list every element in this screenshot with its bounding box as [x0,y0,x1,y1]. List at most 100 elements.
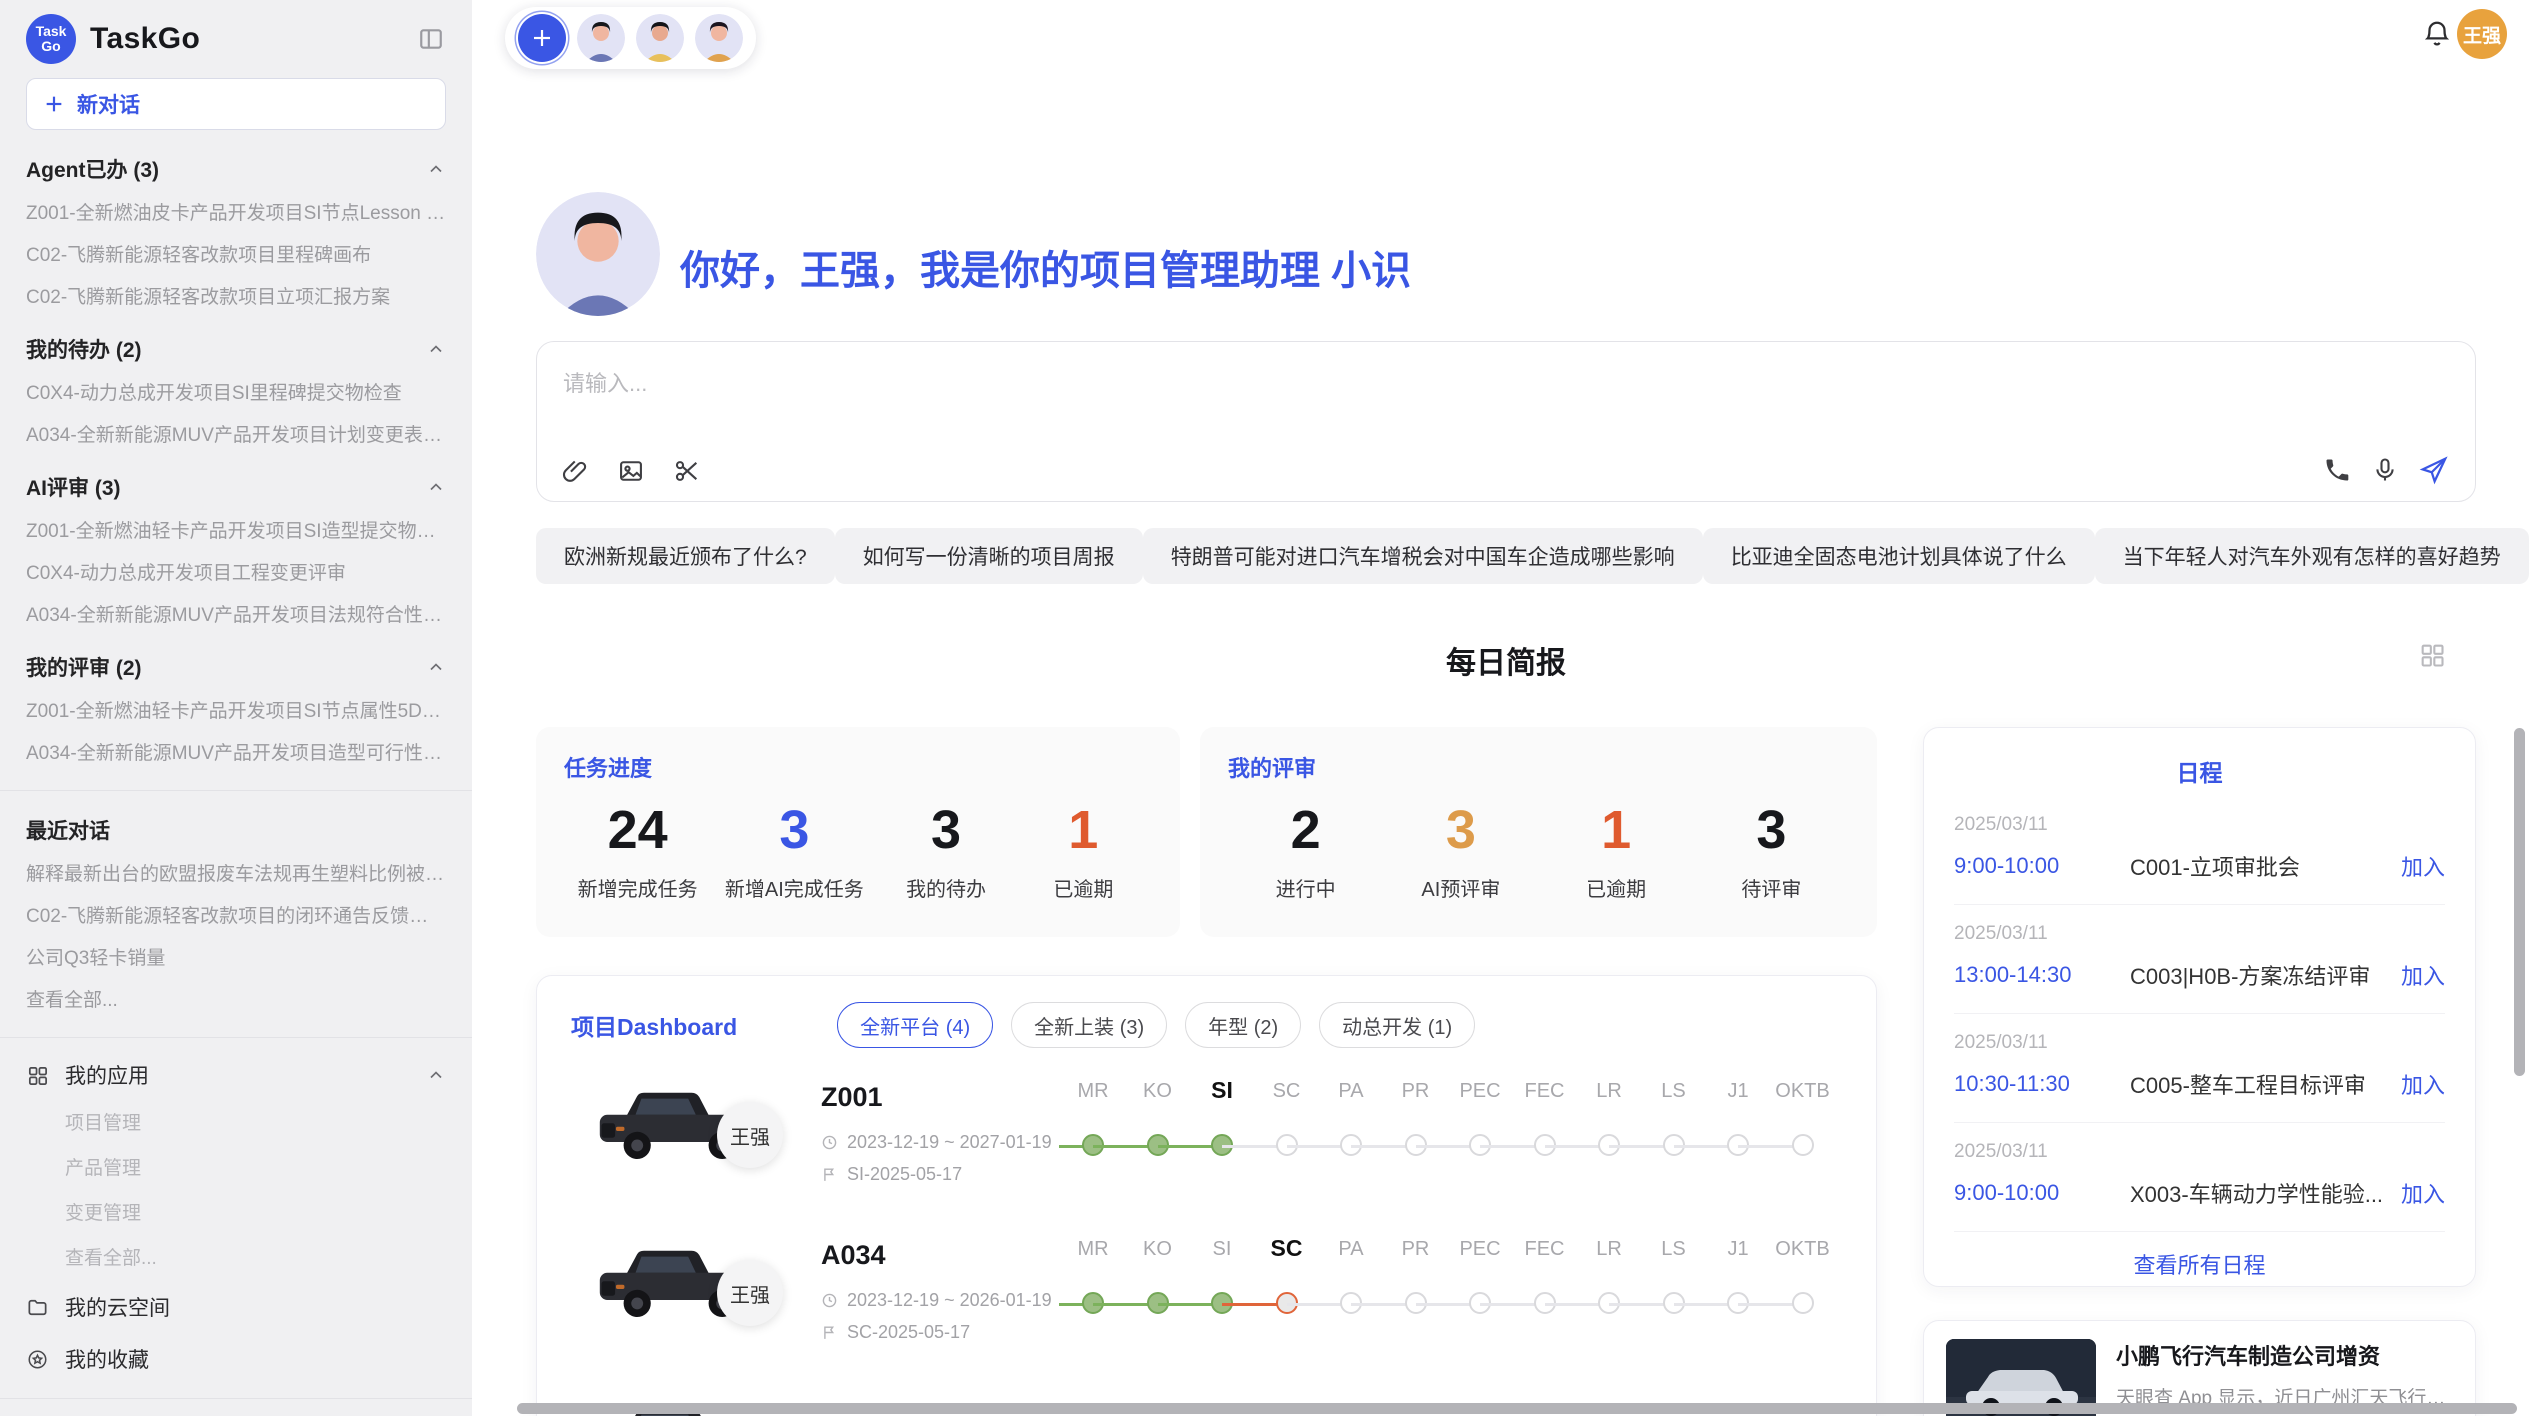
stat-label: 新增完成任务 [578,873,698,902]
milestone-label: PEC [1445,1080,1515,1103]
sidebar-task-item[interactable]: A034-全新新能源MUV产品开发项目造型可行性评审 [26,741,446,766]
scissors-icon[interactable] [673,457,701,485]
chevron-up-icon[interactable] [426,477,446,497]
chevron-up-icon[interactable] [426,159,446,179]
section-label: AI评审 (3) [26,472,121,502]
sidebar-app-subitem[interactable]: 项目管理 [65,1108,446,1135]
sidebar-apps-list: 项目管理产品管理变更管理查看全部... 我的云空间我的收藏 [26,1108,446,1374]
sidebar-task-item[interactable]: Z001-全新燃油轻卡产品开发项目SI造型提交物评审 [26,519,446,544]
suggestion-chip[interactable]: 当下年轻人对汽车外观有怎样的喜好趋势 [2095,528,2529,584]
section-label: Agent已办 (3) [26,154,159,184]
view-all-apps-link[interactable]: 查看全部... [65,1243,446,1270]
view-all-chats-link[interactable]: 查看全部... [26,988,446,1013]
sidebar-app-subitem[interactable]: 变更管理 [65,1198,446,1225]
bell-icon[interactable] [2422,19,2452,49]
sidebar-task-item[interactable]: Z001-全新燃油皮卡产品开发项目SI节点Lesson Learn报告 [26,201,446,226]
schedule-title: 日程 [1954,754,2445,788]
stat-item: 3我的待办 [891,799,1001,902]
schedule-panel: 日程 2025/03/119:00-10:00C001-立项审批会加入2025/… [1923,727,2476,1287]
filter-pill[interactable]: 动总开发 (1) [1319,1002,1475,1048]
filter-pill[interactable]: 全新上装 (3) [1011,1002,1167,1048]
project-row[interactable]: 王强A0342023-12-19 ~ 2026-01-19SC-2025-05-… [537,1216,1876,1374]
suggestion-chip[interactable]: 比亚迪全固态电池计划具体说了什么 [1703,528,2095,584]
schedule-date: 2025/03/11 [1954,923,2445,945]
stat-label: 待评审 [1716,873,1826,902]
chevron-up-icon[interactable] [426,657,446,677]
suggestion-chip[interactable]: 欧洲新规最近颁布了什么? [536,528,835,584]
milestone-label: PA [1316,1238,1386,1261]
project-row[interactable]: 王强Z0012023-12-19 ~ 2027-01-19SI-2025-05-… [537,1058,1876,1216]
stat-label: 进行中 [1251,873,1361,902]
milestone-label: J1 [1703,1080,1773,1103]
agent-avatar[interactable] [577,14,625,62]
project-code: Z001 [821,1082,883,1113]
recent-chat-item[interactable]: C02-飞腾新能源轻客改款项目的闭环通告反馈情况 [26,904,446,929]
attachment-icon[interactable] [561,457,589,485]
sidebar-section-header[interactable]: Agent已办 (3) [26,154,446,184]
stat-item: 1已逾期 [1028,799,1138,902]
user-avatar[interactable]: 王强 [2457,9,2507,59]
sidebar-app-subitem[interactable]: 产品管理 [65,1153,446,1180]
flag-text: SI-2025-05-17 [847,1164,962,1185]
message-composer [536,341,2476,502]
sidebar-task-item[interactable]: A034-全新新能源MUV产品开发项目法规符合性评审 [26,603,446,628]
stat-value: 3 [1716,799,1826,861]
composer-left-tools [561,457,701,485]
sidebar-item-favorites[interactable]: 我的收藏 [26,1344,446,1374]
milestone-label: KO [1123,1238,1193,1261]
new-chat-button[interactable]: 新对话 [26,78,446,130]
sidebar-task-item[interactable]: C02-飞腾新能源轻客改款项目立项汇报方案 [26,285,446,310]
suggestion-chip[interactable]: 如何写一份清晰的项目周报 [835,528,1143,584]
sidebar-task-item[interactable]: A034-全新新能源MUV产品开发项目计划变更表编写 [26,423,446,448]
milestone-label: PEC [1445,1238,1515,1261]
schedule-date: 2025/03/11 [1954,1141,2445,1163]
join-button[interactable]: 加入 [2401,1068,2445,1100]
stat-label: AI预评审 [1406,873,1516,902]
chevron-up-icon[interactable] [426,1065,446,1085]
phone-icon[interactable] [2323,456,2351,484]
milestone-label: OKTB [1768,1080,1838,1103]
stat-item: 1已逾期 [1561,799,1671,902]
app-screen: Task Go TaskGo 新对话 Agent已办 (3)Z001-全新燃油皮… [0,0,2532,1416]
filter-pill[interactable]: 全新平台 (4) [837,1002,993,1048]
agent-avatar[interactable] [636,14,684,62]
project-dashboard: 项目Dashboard 全新平台 (4)全新上装 (3)年型 (2)动总开发 (… [536,975,1877,1416]
news-card[interactable]: 小鹏飞行汽车制造公司增资 天眼查 App 显示，近日广州汇天飞行汽... [1923,1320,2476,1416]
stat-row: 24新增完成任务3新增AI完成任务3我的待办1已逾期 [564,799,1152,902]
recent-chat-item[interactable]: 解释最新出台的欧盟报废车法规再生塑料比例被调至15%... [26,862,446,887]
message-input[interactable] [537,342,2475,422]
join-button[interactable]: 加入 [2401,1177,2445,1209]
sidebar-section-header[interactable]: AI评审 (3) [26,472,446,502]
microphone-icon[interactable] [2371,456,2399,484]
suggestion-chip[interactable]: 特朗普可能对进口汽车增税会对中国车企造成哪些影响 [1143,528,1703,584]
view-all-schedule-link[interactable]: 查看所有日程 [1954,1232,2445,1288]
add-agent-button[interactable] [518,14,566,62]
vertical-scrollbar[interactable] [2514,728,2525,1076]
sidebar-item-my-apps[interactable]: 我的应用 [26,1060,446,1090]
sidebar-section-header[interactable]: 我的评审 (2) [26,652,446,682]
sidebar-section-header[interactable]: 我的待办 (2) [26,334,446,364]
recent-chat-item[interactable]: 公司Q3轻卡销量 [26,946,446,971]
apps-grid-icon [26,1064,49,1087]
stat-value: 3 [725,799,864,861]
image-icon[interactable] [617,457,645,485]
join-button[interactable]: 加入 [2401,959,2445,991]
sidebar-task-item[interactable]: Z001-全新燃油轻卡产品开发项目SI节点属性5D文件评审 [26,699,446,724]
sidebar-task-item[interactable]: C0X4-动力总成开发项目工程变更评审 [26,561,446,586]
sidebar-item-cloud-space[interactable]: 我的云空间 [26,1292,446,1322]
join-button[interactable]: 加入 [2401,850,2445,882]
milestone-track: MRKOSISCPAPRPECFECLRLSJ1OKTB [1057,1216,1867,1374]
agent-avatar[interactable] [695,14,743,62]
sidebar-task-item[interactable]: C0X4-动力总成开发项目SI里程碑提交物检查 [26,381,446,406]
send-icon[interactable] [2419,455,2449,485]
horizontal-scrollbar[interactable] [517,1403,2517,1414]
stat-value: 1 [1561,799,1671,861]
chevron-up-icon[interactable] [426,339,446,359]
sidebar-collapse-icon[interactable] [416,26,446,52]
layout-grid-icon[interactable] [2418,641,2446,669]
folder-icon [26,1296,49,1319]
milestone-dot [1792,1134,1814,1156]
divider [0,1037,472,1038]
sidebar-task-item[interactable]: C02-飞腾新能源轻客改款项目里程碑画布 [26,243,446,268]
filter-pill[interactable]: 年型 (2) [1185,1002,1301,1048]
